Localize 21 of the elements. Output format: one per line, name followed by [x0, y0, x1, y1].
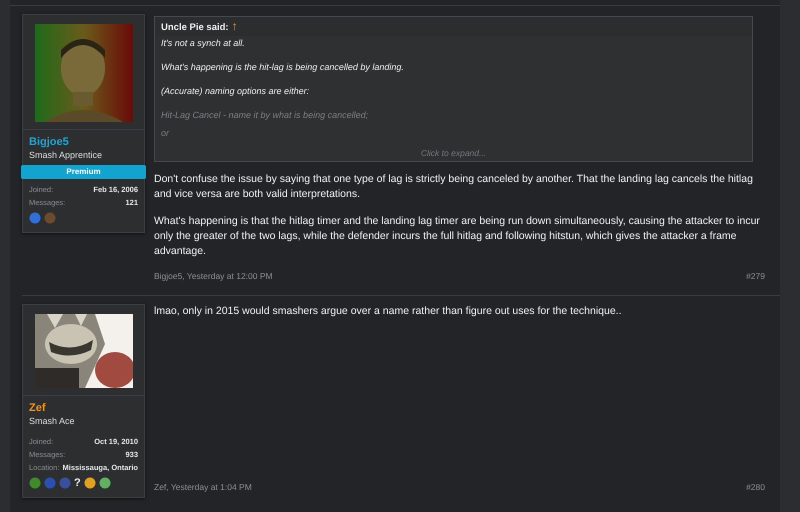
post-number-link[interactable]: #279: [746, 271, 765, 281]
post-number-link[interactable]: #280: [746, 482, 765, 492]
expand-link[interactable]: Click to expand...: [420, 148, 486, 159]
user-title: Smash Ace: [29, 415, 75, 427]
quote-text: Hit-Lag Cancel - name it by what is being cancelled;: [161, 109, 370, 121]
post-text: What's happening is that the hitlag timer and the landing lag timer are being run down simultaneously, causing the attacker to incur only the greater of the two lags, while the defender incurs the full hitlag and following hitstun, which gives the attacker a frame advantage.: [154, 214, 761, 259]
quote-author: Uncle Pie said:: [161, 22, 229, 33]
quote-text: It's not a synch at all.: [161, 37, 246, 49]
quote-text: or: [161, 127, 170, 139]
premium-ribbon: Premium: [21, 165, 146, 179]
user-title: Smash Apprentice: [29, 149, 102, 161]
post-byline[interactable]: Bigjoe5, Yesterday at 12:00 PM: [154, 271, 273, 281]
question-mark-icon: ?: [74, 477, 81, 489]
post-byline[interactable]: Zef, Yesterday at 1:04 PM: [154, 482, 252, 492]
quote-text: (Accurate) naming options are either:: [161, 85, 310, 97]
post-text: Don't confuse the issue by saying that one type of lag is strictly being canceled by another. That the landing lag cancels the hitlag and vice versa are both valid interpretations.: [154, 172, 754, 202]
post-text: lmao, only in 2015 would smashers argue over a name rather than figure out uses for the technique..: [154, 304, 623, 319]
quote-text: What's happening is the hit-lag is being cancelled by landing.: [161, 61, 405, 73]
username-link[interactable]: Bigjoe5: [29, 135, 69, 149]
username-link[interactable]: Zef: [29, 401, 46, 415]
jump-to-quote-link[interactable]: ↑: [232, 20, 238, 32]
